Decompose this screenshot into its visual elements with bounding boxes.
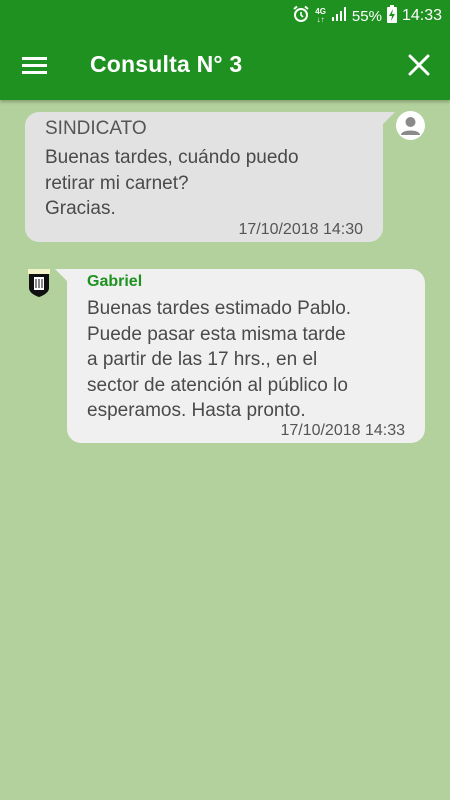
signal-icon	[331, 6, 347, 26]
message-line: Gracias.	[45, 198, 116, 219]
message-timestamp: 17/10/2018 14:33	[280, 422, 405, 439]
toolbar: Consulta N° 3	[0, 32, 450, 100]
message-sender: SINDICATO	[45, 118, 147, 139]
battery-percent: 55%	[351, 7, 382, 25]
status-clock: 14:33	[401, 7, 442, 24]
message-bubble-incoming[interactable]: SINDICATO Buenas tardes, cuándo puedo re…	[25, 112, 395, 242]
app-header: 4G ↓↑ 55% 14:33 Consulta N° 3	[0, 0, 450, 100]
message-text: Buenas tardes, cuándo puedo retirar mi c…	[45, 145, 375, 222]
network-activity-label: ↓↑	[316, 15, 325, 24]
hamburger-menu-icon[interactable]	[22, 54, 48, 78]
battery-charging-icon	[386, 5, 397, 27]
alarm-clock-icon	[292, 5, 310, 27]
user-avatar-icon	[396, 111, 425, 140]
message-line: esperamos. Hasta pronto.	[87, 400, 306, 421]
bubble-tail	[55, 269, 67, 281]
message-timestamp: 17/10/2018 14:30	[238, 221, 363, 238]
status-indicators: 4G ↓↑ 55% 14:33	[292, 5, 442, 27]
message-sender: Gabriel	[87, 273, 143, 290]
message-text: Buenas tardes estimado Pablo. Puede pasa…	[87, 296, 417, 424]
status-bar: 4G ↓↑ 55% 14:33	[0, 0, 450, 32]
union-logo-icon	[27, 268, 51, 298]
close-icon[interactable]	[408, 54, 430, 76]
message-line: Puede pasar esta misma tarde	[87, 323, 346, 345]
bubble-tail	[383, 112, 395, 124]
message-line: retirar mi carnet?	[45, 172, 189, 194]
network-type-indicator: 4G ↓↑	[315, 8, 326, 24]
page-title: Consulta N° 3	[90, 51, 243, 77]
message-line: a partir de las 17 hrs., en el	[87, 349, 318, 370]
message-line: Buenas tardes estimado Pablo.	[87, 298, 352, 319]
message-bubble-outgoing[interactable]: Gabriel Buenas tardes estimado Pablo. Pu…	[55, 269, 425, 443]
message-line: sector de atención al público lo	[87, 374, 348, 396]
message-line: Buenas tardes, cuándo puedo	[45, 147, 299, 168]
